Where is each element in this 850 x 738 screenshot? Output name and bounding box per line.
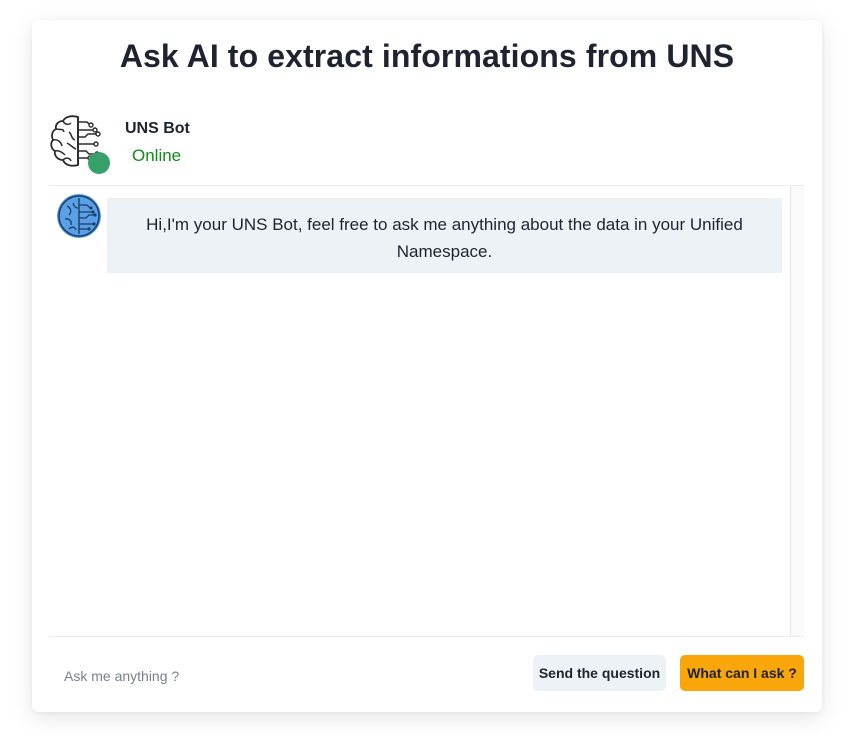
bot-avatar [49, 112, 110, 174]
chat-header: UNS Bot Online [49, 112, 789, 174]
what-can-i-ask-button[interactable]: What can I ask ? [680, 655, 804, 691]
page-title: Ask AI to extract informations from UNS [119, 38, 735, 74]
chat-footer: Send the question What can I ask ? [49, 638, 804, 710]
chat-card: Ask AI to extract informations from UNS … [32, 20, 822, 712]
bot-message-bubble: Hi,I'm your UNS Bot, feel free to ask me… [107, 198, 782, 273]
chat-scrollbar[interactable] [790, 186, 804, 636]
message-avatar [57, 194, 101, 238]
online-status-dot [88, 152, 110, 174]
bot-name: UNS Bot [125, 120, 190, 137]
bot-status: Online [132, 146, 182, 165]
chat-messages[interactable]: Hi,I'm your UNS Bot, feel free to ask me… [49, 185, 804, 637]
question-input[interactable] [49, 658, 509, 694]
send-question-button[interactable]: Send the question [533, 655, 666, 691]
blue-brain-icon [57, 194, 101, 238]
